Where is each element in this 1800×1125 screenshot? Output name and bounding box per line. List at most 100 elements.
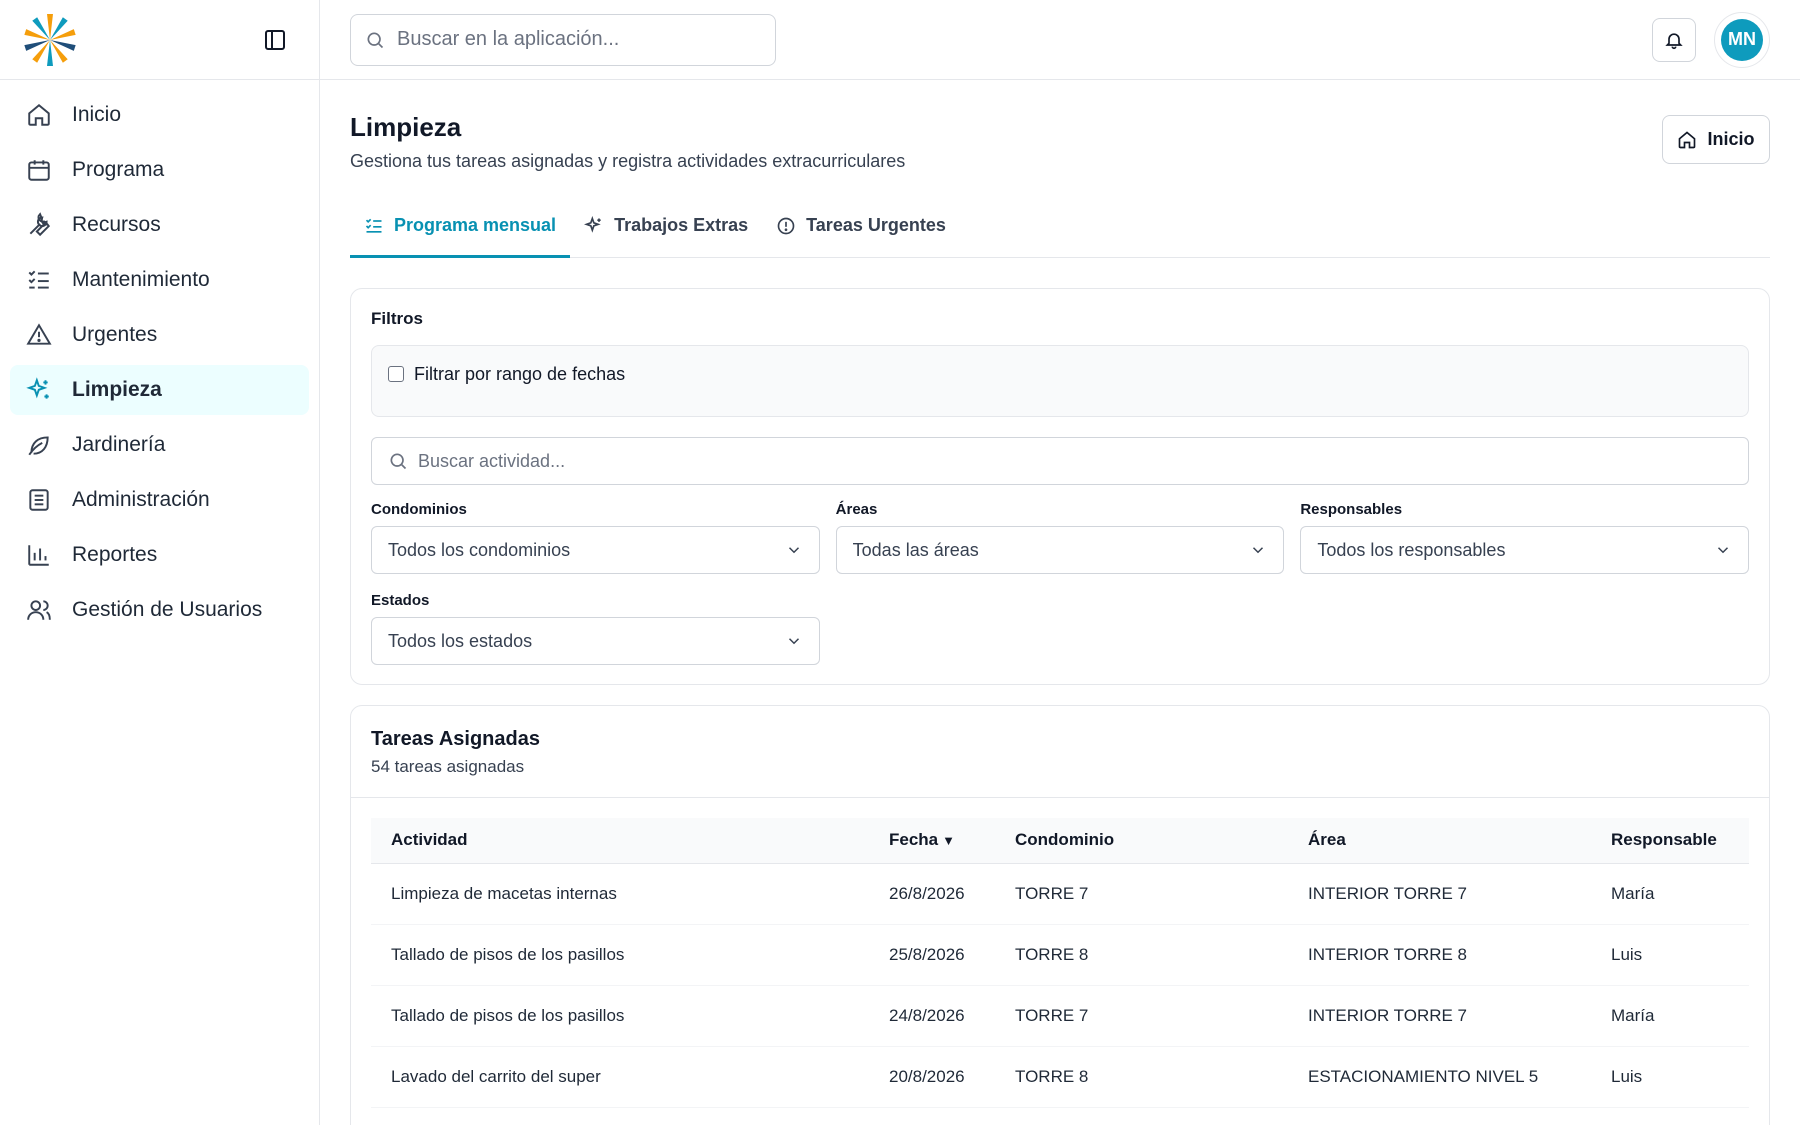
areas-value: Todas las áreas	[852, 539, 979, 560]
sidebar-item-label: Jardinería	[72, 433, 166, 456]
sidebar-item-label: Mantenimiento	[72, 268, 210, 291]
bell-icon	[1665, 32, 1683, 49]
filters-card: Filtros Filtrar por rango de fechas Cond…	[350, 288, 1770, 685]
column-header-fecha[interactable]: Fecha ▼	[869, 818, 995, 864]
tasks-count: 54 tareas asignadas	[371, 757, 525, 776]
page-subtitle: Gestiona tus tareas asignadas y registra…	[350, 151, 906, 171]
column-header-actividad[interactable]: Actividad	[371, 818, 869, 864]
cell-actividad: Tallado de pisos de los pasillos	[371, 985, 869, 1047]
cell-responsable: Luis	[1591, 924, 1749, 986]
alert-triangle-icon	[26, 323, 52, 345]
sidebar-item-urgentes[interactable]: Urgentes	[10, 310, 309, 360]
sidebar-item-mantenimiento[interactable]: Mantenimiento	[10, 255, 309, 305]
home-icon	[1679, 130, 1696, 148]
calendar-icon	[28, 160, 50, 181]
estados-select[interactable]: Todos los estados	[371, 617, 820, 665]
date-range-label: Filtrar por rango de fechas	[414, 364, 626, 384]
estados-filter: Estados Todos los estados	[371, 592, 820, 665]
table-row[interactable]: Lavado del carrito del super 20/8/2026 T…	[371, 1046, 1749, 1108]
sidebar-item-limpieza[interactable]: Limpieza	[10, 365, 309, 415]
tab-label: Tareas Urgentes	[806, 215, 946, 235]
activity-search-input[interactable]	[418, 450, 1732, 472]
cell-actividad: Lavado del carrito del super	[371, 1046, 869, 1108]
sidebar-item-label: Recursos	[72, 213, 161, 236]
search-icon	[390, 453, 407, 470]
column-header-condominio[interactable]: Condominio	[995, 818, 1288, 864]
cell-actividad: Tallado de pisos de los pasillos	[371, 924, 869, 986]
condominios-value: Todos los condominios	[388, 539, 571, 560]
condominios-label: Condominios	[371, 501, 467, 518]
tab-label: Trabajos Extras	[614, 215, 749, 235]
user-menu-button[interactable]: MN	[1714, 11, 1770, 68]
estados-value: Todos los estados	[388, 630, 533, 651]
table-row[interactable]: Tallado de pisos de los pasillos 25/8/20…	[371, 924, 1749, 986]
tasks-table-wrap: Actividad Fecha ▼ Condominio Área Respons…	[351, 798, 1769, 1108]
cell-condominio: TORRE 7	[995, 863, 1288, 925]
sidebar-item-gestion-usuarios[interactable]: Gestión de Usuarios	[10, 585, 309, 635]
sidebar-toggle-button[interactable]	[257, 22, 293, 58]
cell-actividad: Limpieza de macetas internas	[371, 863, 869, 925]
table-row[interactable]: Limpieza de macetas internas 26/8/2026 T…	[371, 863, 1749, 925]
global-search[interactable]	[350, 13, 776, 66]
sidebar-item-reportes[interactable]: Reportes	[10, 530, 309, 580]
areas-select[interactable]: Todas las áreas	[835, 526, 1285, 574]
cell-responsable: Luis	[1591, 1046, 1749, 1108]
column-header-responsable[interactable]: Responsable	[1591, 818, 1749, 864]
wrench-icon	[29, 212, 51, 237]
condominios-filter: Condominios Todos los condominios	[371, 501, 820, 574]
tab-trabajos-extras[interactable]: Trabajos Extras	[570, 196, 762, 258]
top-bar: MN	[320, 0, 1800, 80]
sidebar-item-label: Inicio	[72, 103, 122, 126]
cell-area: INTERIOR TORRE 7	[1288, 863, 1591, 925]
chevron-down-icon	[1717, 547, 1729, 554]
sparkles-icon	[584, 215, 601, 233]
date-range-filter: Filtrar por rango de fechas	[371, 345, 1749, 417]
sidebar-item-jardineria[interactable]: Jardinería	[10, 420, 309, 470]
tab-label: Programa mensual	[394, 215, 557, 235]
page-title: Limpieza	[350, 112, 462, 142]
condominios-select[interactable]: Todos los condominios	[371, 526, 820, 574]
app-logo[interactable]	[22, 12, 78, 68]
search-icon	[367, 32, 384, 48]
chevron-down-icon	[788, 547, 799, 554]
column-header-area[interactable]: Área	[1288, 818, 1591, 864]
home-button[interactable]: Inicio	[1662, 115, 1770, 164]
document-icon	[29, 489, 49, 511]
notifications-button[interactable]	[1652, 17, 1696, 62]
column-header-label: Fecha	[889, 830, 939, 850]
responsables-value: Todos los responsables	[1317, 539, 1506, 560]
sidebar-item-administracion[interactable]: Administración	[10, 475, 309, 525]
responsables-select[interactable]: Todos los responsables	[1300, 526, 1749, 574]
areas-filter: Áreas Todas las áreas	[835, 501, 1285, 574]
date-range-checkbox[interactable]	[388, 366, 404, 382]
sidebar-item-label: Gestión de Usuarios	[72, 598, 263, 621]
cell-responsable: María	[1591, 863, 1749, 925]
panel-left-icon	[265, 29, 285, 50]
alert-circle-icon	[777, 217, 795, 234]
filters-title: Filtros	[371, 309, 423, 328]
activity-search[interactable]	[371, 437, 1749, 485]
sidebar-item-inicio[interactable]: Inicio	[10, 90, 309, 140]
cell-condominio: TORRE 8	[995, 1046, 1288, 1108]
chevron-down-icon	[788, 638, 799, 645]
tab-programa-mensual[interactable]: Programa mensual	[350, 196, 571, 258]
home-button-label: Inicio	[1707, 129, 1755, 149]
chevron-down-icon	[1253, 547, 1264, 554]
areas-label: Áreas	[835, 501, 878, 518]
sidebar-item-programa[interactable]: Programa	[10, 145, 309, 195]
main-content: Limpieza Gestiona tus tareas asignadas y…	[350, 80, 1770, 1125]
sort-desc-icon: ▼	[942, 833, 956, 849]
cell-condominio: TORRE 7	[995, 985, 1288, 1047]
cell-responsable: María	[1591, 985, 1749, 1047]
table-header-row: Actividad Fecha ▼ Condominio Área Respons…	[371, 818, 1749, 864]
global-search-input[interactable]	[397, 28, 761, 51]
sidebar-item-recursos[interactable]: Recursos	[10, 200, 309, 250]
tab-tareas-urgentes[interactable]: Tareas Urgentes	[762, 196, 960, 258]
cell-area: INTERIOR TORRE 8	[1288, 924, 1591, 986]
cell-area: ESTACIONAMIENTO NIVEL 5	[1288, 1046, 1591, 1108]
tasks-title: Tareas Asignadas	[371, 728, 540, 750]
cell-condominio: TORRE 8	[995, 924, 1288, 986]
table-row[interactable]: Tallado de pisos de los pasillos 24/8/20…	[371, 985, 1749, 1047]
sidebar-item-label: Reportes	[72, 543, 158, 566]
top-actions: MN	[1652, 11, 1770, 68]
